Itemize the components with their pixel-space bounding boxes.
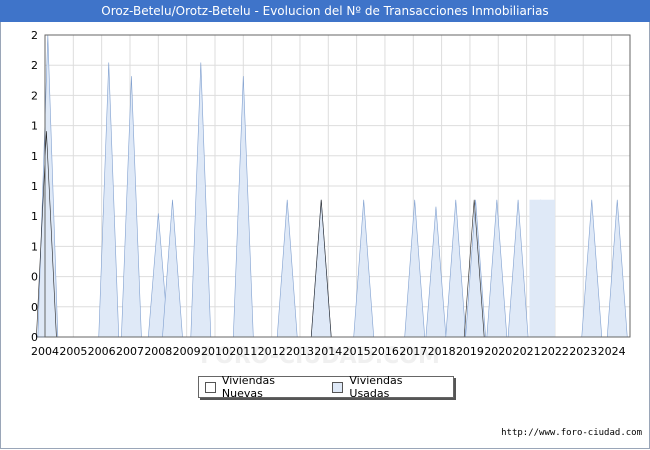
x-tick-label: 2021 [513,345,541,358]
y-tick-label: 1 [31,120,38,133]
y-tick-label: 2 [31,89,38,102]
usadas-spike [445,199,467,338]
y-tick-label: 0 [31,271,38,284]
x-tick-label: 2020 [484,345,512,358]
y-tick-label: 1 [31,240,38,253]
x-tick-label: 2010 [201,345,229,358]
x-tick-label: 2014 [314,345,342,358]
x-tick-label: 2015 [343,345,371,358]
usadas-spike [190,62,212,338]
usadas-spike [507,199,529,338]
x-tick-label: 2023 [569,345,597,358]
x-tick-label: 2019 [456,345,484,358]
legend-swatch-nuevas [205,381,216,393]
usadas-spike [121,76,142,338]
y-tick-label: 2 [31,59,38,72]
x-tick-label: 2004 [31,345,59,358]
x-tick-label: 2016 [371,345,399,358]
x-tick-label: 2018 [428,345,456,358]
legend-item-usadas: Viviendas Usadas [332,374,445,400]
usadas-spike [162,199,183,338]
legend-label-usadas: Viviendas Usadas [349,374,403,400]
usadas-spike [404,199,426,338]
x-tick-label: 2013 [286,345,314,358]
footer-url[interactable]: http://www.foro-ciudad.com [501,428,642,438]
usadas-spike [606,199,628,338]
x-tick-label: 2022 [541,345,569,358]
y-tick-label: 1 [31,180,38,193]
y-tick-label: 0 [31,331,38,344]
x-tick-label: 2005 [59,345,87,358]
x-tick-label: 2008 [144,345,172,358]
usadas-spike [425,206,447,338]
x-tick-label: 2007 [116,345,144,358]
y-axis-ticks: 0 0 0 1 1 1 1 1 2 2 2 [31,29,38,344]
x-axis-ticks: 2004 2005 2006 2007 2008 2009 2010 2011 2012 2013… [31,345,626,358]
x-tick-label: 2006 [88,345,116,358]
x-tick-label: 2017 [399,345,427,358]
y-tick-label: 1 [31,150,38,163]
x-tick-label: 2011 [229,345,257,358]
usadas-plateau [529,199,555,337]
usadas-spike [276,199,298,338]
x-tick-label: 2009 [173,345,201,358]
x-tick-label: 2012 [258,345,286,358]
y-tick-label: 0 [31,301,38,314]
y-tick-label: 2 [31,29,38,42]
usadas-spike [486,199,508,338]
legend-label-nuevas: Viviendas Nuevas [221,374,276,400]
legend-item-nuevas: Viviendas Nuevas [205,374,318,400]
x-tick-label: 2024 [598,345,626,358]
y-tick-label: 1 [31,210,38,223]
usadas-spike [581,199,603,338]
legend-swatch-usadas [332,381,344,393]
usadas-spike [232,76,254,338]
legend: Viviendas Nuevas Viviendas Usadas [198,374,454,400]
